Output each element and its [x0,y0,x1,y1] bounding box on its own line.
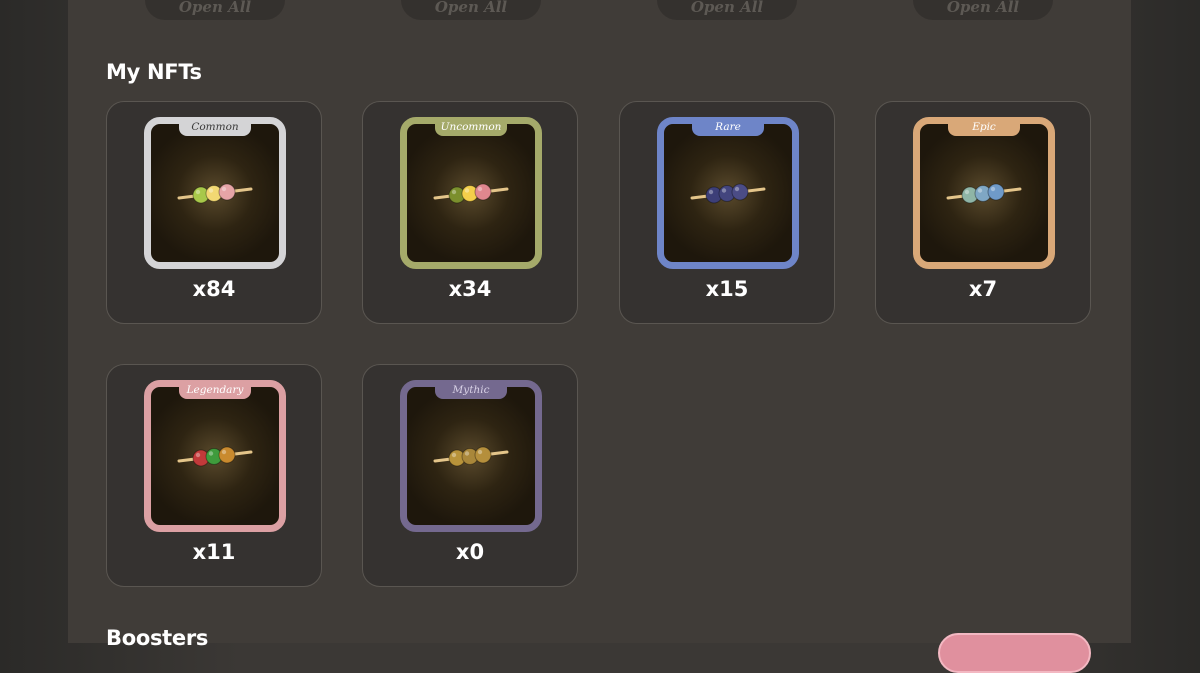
open-all-button-uncommon[interactable]: Open All [401,0,541,20]
dango-skewer-icon [433,446,509,467]
dango-skewer-icon [690,183,766,204]
nft-count: x34 [448,277,492,301]
nft-tile-legendary[interactable]: Legendary x11 [106,364,322,587]
nft-count: x11 [192,540,236,564]
rarity-label: Common [179,117,251,136]
booster-action-button[interactable] [938,633,1091,673]
nft-card-image: Uncommon [400,117,542,269]
nft-card-image: Common [144,117,286,269]
rarity-label: Uncommon [435,117,507,136]
nft-count: x15 [705,277,749,301]
open-all-button-rare[interactable]: Open All [657,0,797,20]
nft-card-image: Epic [913,117,1055,269]
open-all-button-common[interactable]: Open All [145,0,285,20]
dango-skewer-icon [177,446,253,467]
nft-card-image: Legendary [144,380,286,532]
rarity-label: Epic [948,117,1020,136]
my-nfts-title: My NFTs [106,60,202,84]
nft-card-image: Rare [657,117,799,269]
nft-tile-mythic[interactable]: Mythic x0 [362,364,578,587]
dango-skewer-icon [433,183,509,204]
dango-skewer-icon [177,183,253,204]
open-all-button-epic[interactable]: Open All [913,0,1053,20]
nft-tile-epic[interactable]: Epic x7 [875,101,1091,324]
nft-count: x7 [968,277,998,301]
nft-tile-rare[interactable]: Rare x15 [619,101,835,324]
boosters-title: Boosters [106,626,209,650]
rarity-label: Legendary [179,380,251,399]
dango-skewer-icon [946,183,1022,204]
rarity-label: Rare [692,117,764,136]
nft-tile-uncommon[interactable]: Uncommon x34 [362,101,578,324]
rarity-label: Mythic [435,380,507,399]
nft-card-image: Mythic [400,380,542,532]
nft-count: x84 [192,277,236,301]
nft-count: x0 [455,540,485,564]
nft-tile-common[interactable]: Common x84 [106,101,322,324]
